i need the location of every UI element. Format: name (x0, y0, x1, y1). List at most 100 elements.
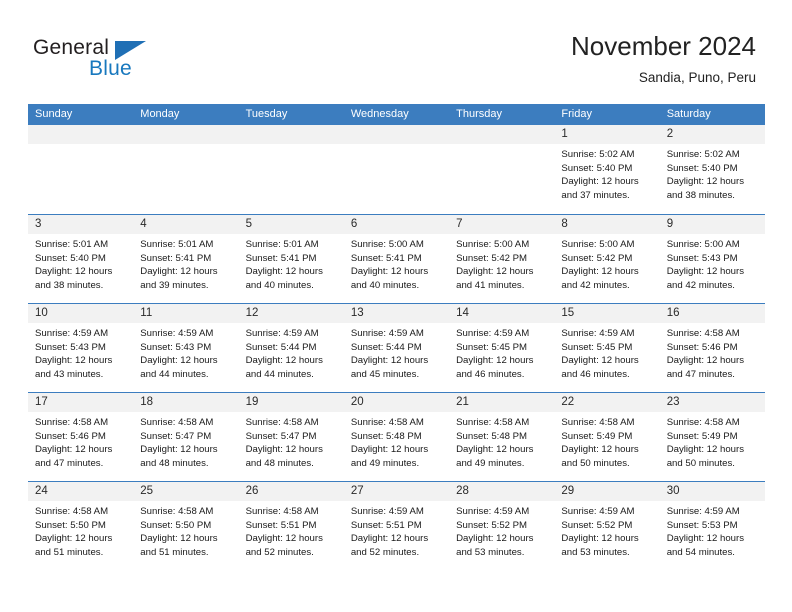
calendar-day-cell[interactable]: 8 Sunrise: 5:00 AM Sunset: 5:42 PM Daylight… (554, 215, 660, 303)
daylight-text-line2: and 46 minutes. (456, 368, 525, 380)
calendar-day-cell[interactable]: 26 Sunrise: 4:58 AM Sunset: 5:51 PM Dayligh… (238, 482, 344, 570)
sunset-text: Sunset: 5:41 PM (140, 252, 212, 264)
daylight-text-line1: Daylight: 12 hours (35, 533, 113, 545)
sunset-text: Sunset: 5:40 PM (35, 252, 106, 264)
calendar-day-cell[interactable]: 7 Sunrise: 5:00 AM Sunset: 5:42 PM Daylight… (449, 215, 555, 303)
day-number: 19 (245, 396, 259, 408)
day-number: 20 (350, 396, 364, 408)
sunset-text: Sunset: 5:40 PM (561, 162, 633, 174)
daylight-text-line2: and 37 minutes. (561, 189, 630, 201)
day-number: 1 (561, 128, 568, 140)
dow-header-sunday: Sunday (35, 108, 73, 120)
calendar-week-row: 17 Sunrise: 4:58 AM Sunset: 5:46 PM Dayligh… (28, 392, 765, 481)
day-sun-info: Sunrise: 4:58 AM Sunset: 5:48 PM Daylight:… (344, 412, 449, 470)
calendar-day-cell[interactable]: 19 Sunrise: 4:58 AM Sunset: 5:47 PM Dayligh… (238, 393, 344, 481)
day-sun-info: Sunrise: 4:58 AM Sunset: 5:49 PM Daylight:… (660, 412, 765, 470)
day-sun-info: Sunrise: 5:00 AM Sunset: 5:41 PM Daylight:… (344, 234, 449, 292)
sunset-text: Sunset: 5:43 PM (140, 341, 212, 353)
day-sun-info: Sunrise: 4:59 AM Sunset: 5:52 PM Daylight:… (449, 501, 554, 559)
sunrise-text: Sunrise: 4:58 AM (245, 417, 319, 428)
calendar-day-cell[interactable]: 28 Sunrise: 4:59 AM Sunset: 5:52 PM Dayligh… (449, 482, 555, 570)
calendar-day-cell[interactable]: 25 Sunrise: 4:58 AM Sunset: 5:50 PM Dayligh… (133, 482, 239, 570)
daylight-text-line1: Daylight: 12 hours (140, 444, 218, 456)
sunset-text: Sunset: 5:50 PM (140, 519, 212, 531)
daylight-text-line1: Daylight: 12 hours (350, 355, 429, 367)
calendar-day-cell[interactable]: 20 Sunrise: 4:58 AM Sunset: 5:48 PM Dayligh… (343, 393, 450, 481)
day-number: 4 (140, 218, 147, 230)
sunset-text: Sunset: 5:47 PM (245, 430, 317, 442)
daylight-text-line2: and 46 minutes. (561, 368, 630, 380)
calendar-day-cell[interactable]: 29 Sunrise: 4:59 AM Sunset: 5:52 PM Dayligh… (554, 482, 660, 570)
calendar-day-cell[interactable]: 1 Sunrise: 5:02 AM Sunset: 5:40 PM Daylight… (554, 125, 660, 214)
daylight-text-line2: and 44 minutes. (140, 368, 209, 380)
calendar-day-cell[interactable]: 11 Sunrise: 4:59 AM Sunset: 5:43 PM Dayligh… (133, 304, 239, 392)
day-number-band: 22 (554, 393, 660, 412)
calendar-day-cell[interactable]: 13 Sunrise: 4:59 AM Sunset: 5:44 PM Dayligh… (343, 304, 450, 392)
calendar-day-cell[interactable]: 9 Sunrise: 5:00 AM Sunset: 5:43 PM Daylight… (659, 215, 765, 303)
day-number: 23 (666, 396, 680, 408)
daylight-text-line2: and 50 minutes. (666, 457, 735, 469)
day-sun-info: Sunrise: 4:59 AM Sunset: 5:45 PM Daylight:… (554, 323, 659, 381)
daylight-text-line1: Daylight: 12 hours (666, 533, 745, 545)
day-number-band: 6 (343, 215, 450, 234)
day-number: 22 (561, 396, 575, 408)
day-number: 6 (350, 218, 358, 230)
calendar-day-cell[interactable]: 30 Sunrise: 4:59 AM Sunset: 5:53 PM Dayligh… (659, 482, 765, 570)
daylight-text-line1: Daylight: 12 hours (666, 355, 745, 367)
calendar-day-cell[interactable]: 23 Sunrise: 4:58 AM Sunset: 5:49 PM Dayligh… (659, 393, 765, 481)
daylight-text-line2: and 43 minutes. (35, 368, 104, 380)
title-block: November 2024 Sandia, Puno, Peru (571, 30, 756, 88)
daylight-text-line1: Daylight: 12 hours (350, 533, 429, 545)
day-number-band: 26 (238, 482, 344, 501)
calendar-day-cell[interactable]: 27 Sunrise: 4:59 AM Sunset: 5:51 PM Dayligh… (343, 482, 450, 570)
calendar-day-cell[interactable]: 17 Sunrise: 4:58 AM Sunset: 5:46 PM Dayligh… (28, 393, 134, 481)
calendar-day-cell[interactable]: 2 Sunrise: 5:02 AM Sunset: 5:40 PM Daylight… (659, 125, 765, 214)
daylight-text-line2: and 53 minutes. (456, 546, 525, 558)
sunset-text: Sunset: 5:52 PM (456, 519, 528, 531)
day-number-band: 11 (133, 304, 239, 323)
calendar-day-cell-empty (28, 125, 134, 214)
calendar-day-cell[interactable]: 3 Sunrise: 5:01 AM Sunset: 5:40 PM Daylight… (28, 215, 134, 303)
calendar-day-cell-empty (449, 125, 555, 214)
calendar-day-cell[interactable]: 15 Sunrise: 4:59 AM Sunset: 5:45 PM Dayligh… (554, 304, 660, 392)
day-number-band: 9 (659, 215, 765, 234)
sunrise-text: Sunrise: 4:58 AM (35, 506, 109, 517)
sunset-text: Sunset: 5:48 PM (350, 430, 422, 442)
day-number: 24 (35, 485, 48, 497)
sunset-text: Sunset: 5:50 PM (35, 519, 106, 531)
daylight-text-line1: Daylight: 12 hours (666, 444, 745, 456)
calendar-day-cell[interactable]: 24 Sunrise: 4:58 AM Sunset: 5:50 PM Dayligh… (28, 482, 134, 570)
daylight-text-line2: and 44 minutes. (245, 368, 314, 380)
calendar-day-cell[interactable]: 10 Sunrise: 4:59 AM Sunset: 5:43 PM Dayligh… (28, 304, 134, 392)
calendar-day-cell[interactable]: 12 Sunrise: 4:59 AM Sunset: 5:44 PM Dayligh… (238, 304, 344, 392)
calendar-day-cell[interactable]: 16 Sunrise: 4:58 AM Sunset: 5:46 PM Dayligh… (659, 304, 765, 392)
sunrise-text: Sunrise: 4:59 AM (666, 506, 740, 517)
calendar-week-row: 3 Sunrise: 5:01 AM Sunset: 5:40 PM Daylight… (28, 214, 765, 303)
calendar-day-cell[interactable]: 21 Sunrise: 4:58 AM Sunset: 5:48 PM Dayligh… (449, 393, 555, 481)
day-number: 13 (350, 307, 364, 319)
sunrise-text: Sunrise: 4:59 AM (35, 328, 109, 339)
day-number-band (449, 125, 555, 144)
sunset-text: Sunset: 5:44 PM (350, 341, 422, 353)
day-number-band: 5 (238, 215, 344, 234)
daylight-text-line1: Daylight: 12 hours (561, 266, 639, 278)
day-number: 5 (245, 218, 252, 230)
day-number: 17 (35, 396, 48, 408)
day-number-band: 13 (343, 304, 450, 323)
sunset-text: Sunset: 5:47 PM (140, 430, 212, 442)
calendar-day-cell[interactable]: 5 Sunrise: 5:01 AM Sunset: 5:41 PM Daylight… (238, 215, 344, 303)
sunset-text: Sunset: 5:42 PM (456, 252, 528, 264)
daylight-text-line2: and 49 minutes. (456, 457, 525, 469)
calendar-day-cell[interactable]: 6 Sunrise: 5:00 AM Sunset: 5:41 PM Daylight… (343, 215, 450, 303)
general-blue-logo[interactable]: General Blue (33, 36, 223, 84)
calendar-day-cell[interactable]: 4 Sunrise: 5:01 AM Sunset: 5:41 PM Daylight… (133, 215, 239, 303)
daylight-text-line2: and 53 minutes. (561, 546, 630, 558)
sunset-text: Sunset: 5:44 PM (245, 341, 317, 353)
daylight-text-line1: Daylight: 12 hours (140, 533, 218, 545)
calendar-day-cell[interactable]: 14 Sunrise: 4:59 AM Sunset: 5:45 PM Dayligh… (449, 304, 555, 392)
calendar-day-cell[interactable]: 18 Sunrise: 4:58 AM Sunset: 5:47 PM Dayligh… (133, 393, 239, 481)
calendar-day-cell[interactable]: 22 Sunrise: 4:58 AM Sunset: 5:49 PM Dayligh… (554, 393, 660, 481)
day-sun-info: Sunrise: 4:58 AM Sunset: 5:47 PM Daylight:… (239, 412, 344, 470)
daylight-text-line1: Daylight: 12 hours (456, 266, 534, 278)
sunset-text: Sunset: 5:48 PM (456, 430, 528, 442)
